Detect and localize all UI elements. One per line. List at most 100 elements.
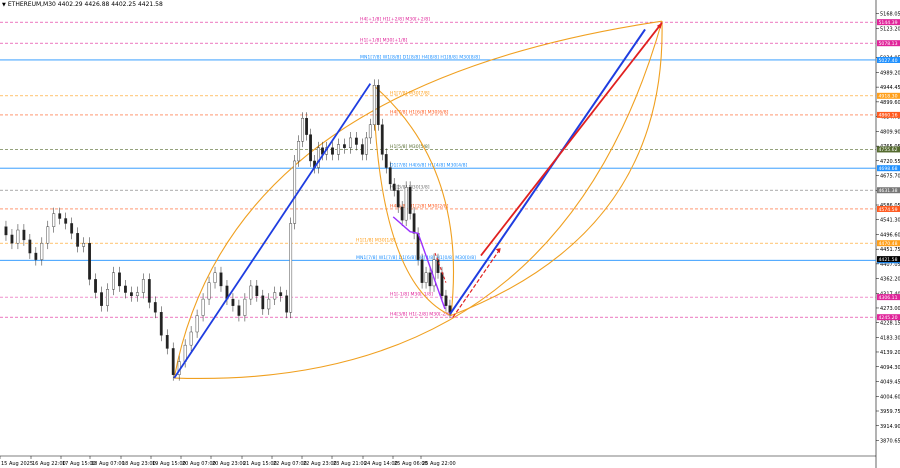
candle-body [343, 144, 346, 148]
candle-body [297, 141, 301, 162]
price-tick-label: 4139.20 [880, 350, 900, 356]
candle-body [317, 147, 320, 168]
time-tick-label: 18 Aug 07:00 [91, 461, 125, 467]
chart-title: ▼ ETHEREUM,M30 4402.29 4426.88 4402.25 44… [2, 1, 163, 8]
price-tick-label: 4989.20 [880, 70, 900, 76]
candle-body [368, 124, 372, 139]
price-tick-label: 4720.55 [880, 159, 900, 165]
candle-body [189, 331, 193, 346]
current-price-label: 4421.58 [879, 257, 898, 263]
candle-body [404, 187, 408, 221]
candle-body [279, 292, 283, 297]
candle-body [207, 282, 211, 300]
level-badge-label: 4918.30 [879, 94, 898, 100]
candle-body [4, 226, 8, 236]
price-tick-label: 3959.75 [880, 409, 900, 415]
price-tick-label: 4049.45 [880, 380, 900, 386]
candle-body [106, 289, 109, 306]
level-badge-label: 5027.40 [879, 58, 898, 64]
candle-body [273, 292, 277, 300]
candle-body [380, 124, 384, 155]
level-badge-label: 4306.11 [879, 295, 898, 301]
time-tick-label: 18 Aug 23:00 [122, 461, 156, 467]
time-tick-label: 20 Aug 07:00 [182, 461, 216, 467]
price-tick-label: 4362.20 [880, 277, 900, 283]
chart-root: 5168.055123.205034.054989.204944.454899.… [0, 0, 900, 468]
candle-body [388, 167, 392, 185]
symbol-label: ETHEREUM,M30 [7, 1, 56, 8]
candle-body [400, 206, 404, 221]
candle-body [153, 302, 157, 313]
price-tick-label: 4094.30 [880, 365, 900, 371]
candle-body [112, 272, 115, 290]
projection-red-line [480, 22, 663, 257]
price-tick-label: 5168.05 [880, 12, 900, 18]
time-tick-label: 19 Aug 15:00 [152, 461, 186, 467]
price-tick-label: 3914.90 [880, 424, 900, 430]
time-tick-label: 25 Aug 22:00 [422, 461, 456, 467]
candle-body [219, 272, 223, 287]
candle-body [331, 147, 334, 155]
candle-body [243, 298, 247, 316]
time-tick-label: 20 Aug 23:00 [212, 461, 246, 467]
candle-body [231, 298, 235, 306]
time-tick-label: 22 Aug 07:00 [273, 461, 307, 467]
price-tick-label: 4183.30 [880, 335, 900, 341]
level-badge-label: 4631.38 [879, 188, 898, 194]
candle-body [237, 305, 241, 316]
level-label: H4[3/8] H1[-2/8] M30[-2/8] [390, 312, 452, 318]
candle-body [165, 335, 169, 349]
level-label: H1[-1/8] M30[-1/8] [390, 292, 433, 298]
candle-body [392, 183, 396, 191]
candle-body [305, 117, 308, 135]
price-tick-label: 4899.60 [880, 100, 900, 106]
level-badge-label: 4698.68 [879, 166, 898, 172]
candle-body [88, 242, 91, 280]
price-tick-label: 4273.00 [880, 306, 900, 312]
candle-body [94, 279, 97, 293]
candle-body [364, 137, 368, 155]
price-tick-label: 4004.60 [880, 394, 900, 400]
candle-body [58, 213, 62, 219]
candle-body [135, 292, 139, 297]
candle-body [267, 298, 271, 310]
level-badge-label: 4574.59 [879, 207, 898, 213]
level-badge-label: 4470.48 [879, 241, 898, 247]
candle-body [70, 223, 74, 234]
time-tick-label: 24 Aug 14:00 [364, 461, 398, 467]
level-label: MN1[7/8] W1[7/8] D1[6/8] H4[4/8] H1[0/8]… [356, 255, 476, 261]
candle-body [40, 242, 44, 260]
projection-blue-line [449, 28, 646, 315]
time-tick-label: 22 Aug 23:00 [303, 461, 337, 467]
level-badge-label: 5144.39 [879, 20, 898, 26]
time-tick-label: 21 Aug 15:00 [243, 461, 277, 467]
candle-body [76, 233, 80, 247]
level-label: H1[+1/8] M30[+1/8] [360, 38, 408, 44]
price-tick-label: 4809.90 [880, 129, 900, 135]
level-badge-label: 4245.20 [879, 315, 898, 321]
candle-body [420, 259, 424, 283]
price-chart[interactable]: 5168.055123.205034.054989.204944.454899.… [0, 0, 900, 468]
candle-body [195, 315, 199, 333]
candle-body [384, 154, 388, 168]
price-tick-label: 4944.45 [880, 85, 900, 91]
candle-body [412, 213, 416, 234]
candle-body [440, 272, 444, 297]
candle-body [309, 134, 312, 162]
candle-body [124, 285, 127, 293]
candle-body [408, 187, 412, 214]
triangle-down-icon: ▼ [2, 2, 6, 8]
candle-body [201, 298, 205, 316]
candle-body [64, 218, 68, 224]
candle-body [147, 279, 151, 303]
candle-body [141, 279, 145, 293]
candle-body [261, 295, 265, 310]
candle-body [372, 85, 376, 125]
level-badge-label: 5078.13 [879, 41, 898, 47]
arc-outer [173, 20, 663, 379]
candle-body [159, 312, 163, 336]
candle-body [129, 292, 133, 297]
candle-body [46, 226, 50, 244]
price-tick-label: 4675.70 [880, 174, 900, 180]
candle-body [10, 234, 14, 244]
